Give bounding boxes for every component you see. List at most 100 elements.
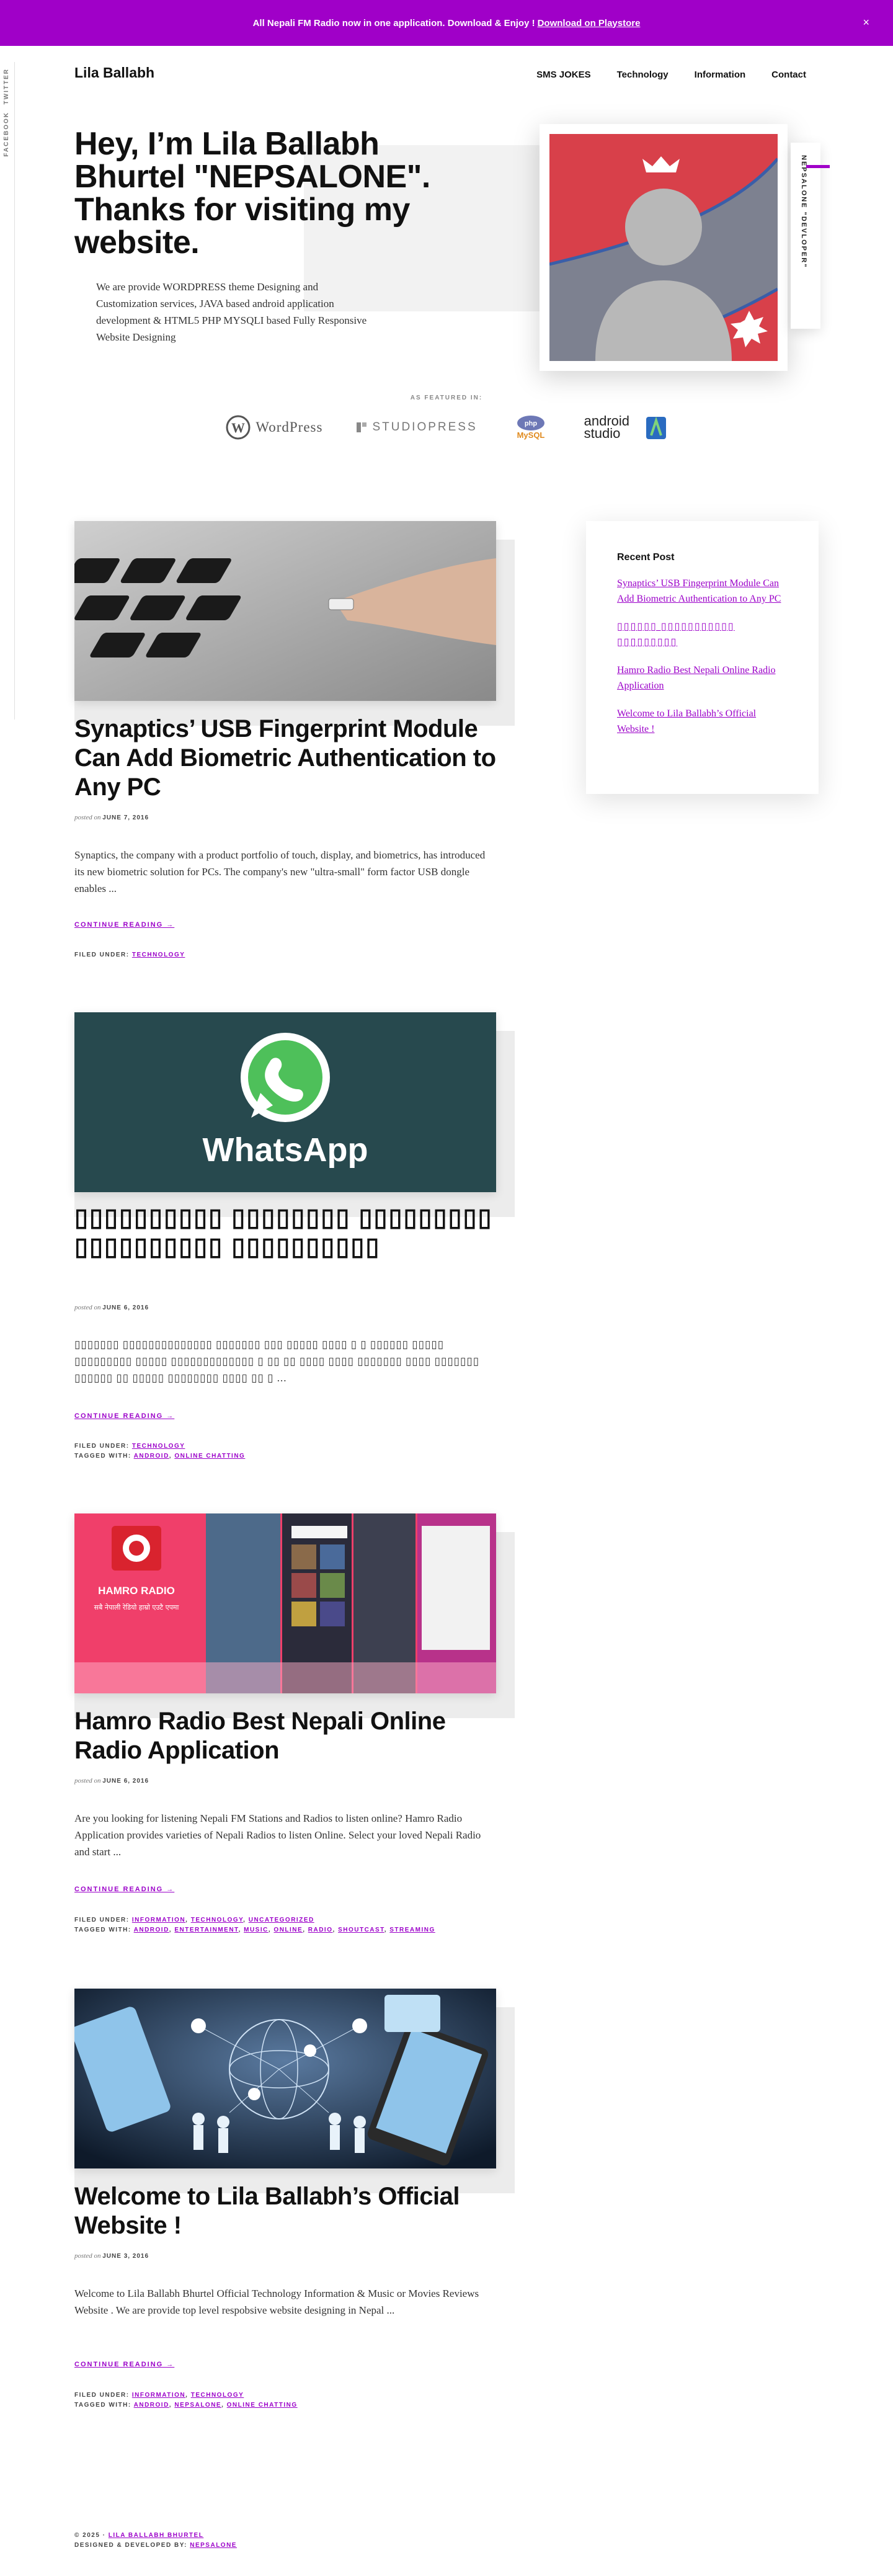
svg-text:W: W <box>231 420 245 435</box>
recent-post-link[interactable]: ▯▯▯▯▯▯ ▯▯▯▯▯▯▯▯▯▯▯ ▯▯▯▯▯▯▯▯▯ <box>617 619 788 650</box>
filed-under-label: FILED UNDER: <box>74 1917 130 1923</box>
post-title[interactable]: Synaptics’ USB Fingerprint Module Can Ad… <box>74 715 496 802</box>
tag-link[interactable]: STREAMING <box>389 1927 435 1933</box>
recent-post-link[interactable]: Synaptics’ USB Fingerprint Module Can Ad… <box>617 576 788 607</box>
hamro-radio-wordmark: HAMRO RADIO <box>98 1585 175 1597</box>
hero-vertical-label: NEPSALONE "DEVLOPER" <box>800 155 807 269</box>
tag-link[interactable]: ANDROID <box>134 1927 169 1933</box>
fingerprint-usb-image <box>74 521 496 701</box>
studiopress-logo: STUDIOPRESS <box>356 421 477 434</box>
tag-link[interactable]: ENTERTAINMENT <box>174 1927 238 1933</box>
wordpress-logo-text: WordPress <box>255 419 323 435</box>
hero-heading: Hey, I’m Lila Ballabh Bhurtel "NEPSALONE… <box>74 126 430 261</box>
tag-link[interactable]: ONLINE <box>273 1927 303 1933</box>
whatsapp-image: WhatsApp <box>74 1012 496 1192</box>
category-link[interactable]: UNCATEGORIZED <box>249 1917 314 1923</box>
profile-photo <box>540 124 788 371</box>
tag-link[interactable]: ANDROID <box>134 1453 169 1460</box>
hamro-radio-subtitle: सबै नेपाली रेडियो हाम्रो एउटै एपमा <box>94 1603 179 1611</box>
category-link[interactable]: TECHNOLOGY <box>132 952 185 958</box>
nav-item-contact[interactable]: Contact <box>771 69 806 80</box>
post-thumbnail-hamro-radio[interactable]: HAMRO RADIO सबै नेपाली रेडियो हाम्रो एउट… <box>74 1513 496 1693</box>
posted-on-label: posted on <box>74 1304 101 1311</box>
tagged-with-label: TAGGED WITH: <box>74 1453 131 1460</box>
post-categories: FILED UNDER: INFORMATION, TECHNOLOGY TAG… <box>74 2392 298 2409</box>
hero-vertical-label-card: NEPSALONE "DEVLOPER" <box>791 143 820 329</box>
tag-link[interactable]: ONLINE CHATTING <box>227 2402 298 2409</box>
playstore-download-link[interactable]: Download on Playstore <box>538 18 641 29</box>
php-mysql-icon: php MySQL <box>517 416 544 440</box>
sidebar-recent-posts: Recent Post Synaptics’ USB Fingerprint M… <box>586 521 819 794</box>
post-title[interactable]: Hamro Radio Best Nepali Online Radio App… <box>74 1707 496 1765</box>
network-globe-image <box>74 1989 496 2168</box>
posted-on-label: posted on <box>74 2252 101 2260</box>
recent-post-link[interactable]: Hamro Radio Best Nepali Online Radio App… <box>617 662 788 693</box>
mysql-logo: php MySQL <box>511 413 551 442</box>
post-excerpt: Are you looking for listening Nepali FM … <box>74 1812 481 1858</box>
top-banner: All Nepali FM Radio now in one applicati… <box>0 0 893 46</box>
nav-item-technology[interactable]: Technology <box>617 69 669 80</box>
tag-link[interactable]: ONLINE CHATTING <box>174 1453 245 1460</box>
whatsapp-wordmark: WhatsApp <box>203 1131 368 1169</box>
hero-section: Hey, I’m Lila Ballabh Bhurtel "NEPSALONE… <box>0 108 893 480</box>
android-studio-icon <box>646 416 666 439</box>
svg-text:php: php <box>525 420 537 427</box>
continue-reading-link[interactable]: CONTINUE READING → <box>74 1412 174 1420</box>
post-excerpt: Synaptics, the company with a product po… <box>74 849 486 894</box>
post-meta: posted on JUNE 7, 2016 <box>74 814 149 821</box>
category-link[interactable]: INFORMATION <box>132 1917 185 1923</box>
featured-logos: W WordPress STUDIOPRESS php MySQL androi… <box>0 413 893 442</box>
post-categories: FILED UNDER: TECHNOLOGY <box>74 950 509 960</box>
main-nav: SMS JOKES Technology Information Contact <box>510 69 806 80</box>
category-link[interactable]: TECHNOLOGY <box>191 2392 244 2399</box>
posted-on-label: posted on <box>74 814 101 821</box>
posted-on-label: posted on <box>74 1777 101 1785</box>
tag-link[interactable]: MUSIC <box>244 1927 269 1933</box>
nav-item-sms-jokes[interactable]: SMS JOKES <box>536 69 591 80</box>
tag-link[interactable]: SHOUTCAST <box>338 1927 384 1933</box>
studiopress-icon <box>357 422 367 432</box>
post-thumbnail-whatsapp[interactable]: WhatsApp <box>74 1012 496 1192</box>
post-meta: posted on JUNE 6, 2016 <box>74 1777 149 1785</box>
post-date: JUNE 6, 2016 <box>102 1304 149 1311</box>
post-categories: FILED UNDER: TECHNOLOGY TAGGED WITH: AND… <box>74 1443 246 1460</box>
tag-link[interactable]: ANDROID <box>134 2402 169 2409</box>
tagged-with-label: TAGGED WITH: <box>74 2402 131 2409</box>
site-footer: © 2025 · LILA BALLABH BHURTEL DESIGNED &… <box>74 2531 237 2551</box>
post-title[interactable]: Welcome to Lila Ballabh’s Official Websi… <box>74 2182 496 2240</box>
post-excerpt: Welcome to Lila Ballabh Bhurtel Official… <box>74 2288 479 2316</box>
continue-reading-link[interactable]: CONTINUE READING → <box>74 1886 174 1893</box>
android-studio-logo-text: android studio <box>584 413 630 441</box>
category-link[interactable]: TECHNOLOGY <box>191 1917 243 1923</box>
category-link[interactable]: INFORMATION <box>132 2392 185 2399</box>
post-date: JUNE 3, 2016 <box>102 2253 149 2260</box>
designed-by-label: DESIGNED & DEVELOPED BY: <box>74 2542 187 2549</box>
tag-link[interactable]: RADIO <box>308 1927 333 1933</box>
studiopress-logo-text: STUDIOPRESS <box>372 421 478 434</box>
continue-reading-link[interactable]: CONTINUE READING → <box>74 2361 174 2368</box>
tagged-with-label: TAGGED WITH: <box>74 1927 131 1933</box>
android-studio-logo: android studio <box>584 414 667 440</box>
site-title[interactable]: Lila Ballabh <box>74 65 154 81</box>
post-meta: posted on JUNE 6, 2016 <box>74 1304 149 1311</box>
copyright-link[interactable]: LILA BALLABH BHURTEL <box>109 2532 204 2539</box>
post-excerpt: ▯▯▯▯▯▯▯ ▯▯▯▯▯▯▯▯▯▯▯▯▯▯ ▯▯▯▯▯▯▯ ▯▯▯ ▯▯▯▯▯… <box>74 1339 480 1384</box>
copyright-text: © 2025 · <box>74 2532 106 2539</box>
post-title[interactable]: ▯▯▯▯▯▯▯▯▯▯ ▯▯▯▯▯▯▯▯ ▯▯▯▯▯▯▯▯▯ ▯▯▯▯▯▯▯▯▯▯… <box>74 1203 496 1262</box>
filed-under-label: FILED UNDER: <box>74 952 130 958</box>
nav-item-information[interactable]: Information <box>695 69 746 80</box>
post-thumbnail-welcome[interactable] <box>74 1989 496 2168</box>
category-link[interactable]: TECHNOLOGY <box>132 1443 185 1450</box>
tag-link[interactable]: NEPSALONE <box>174 2402 221 2409</box>
recent-post-link[interactable]: Welcome to Lila Ballabh’s Official Websi… <box>617 706 788 737</box>
close-icon[interactable]: × <box>863 16 869 29</box>
filed-under-label: FILED UNDER: <box>74 2392 130 2399</box>
post-thumbnail-fingerprint[interactable] <box>74 521 496 701</box>
banner-text: All Nepali FM Radio now in one applicati… <box>252 17 535 29</box>
designer-link[interactable]: NEPSALONE <box>190 2542 237 2549</box>
continue-reading-link[interactable]: CONTINUE READING → <box>74 921 174 929</box>
widget-title: Recent Post <box>617 552 675 563</box>
post-categories: FILED UNDER: INFORMATION, TECHNOLOGY, UN… <box>74 1917 435 1933</box>
wordpress-logo: W WordPress <box>226 415 322 440</box>
site-header: Lila Ballabh SMS JOKES Technology Inform… <box>0 46 893 108</box>
